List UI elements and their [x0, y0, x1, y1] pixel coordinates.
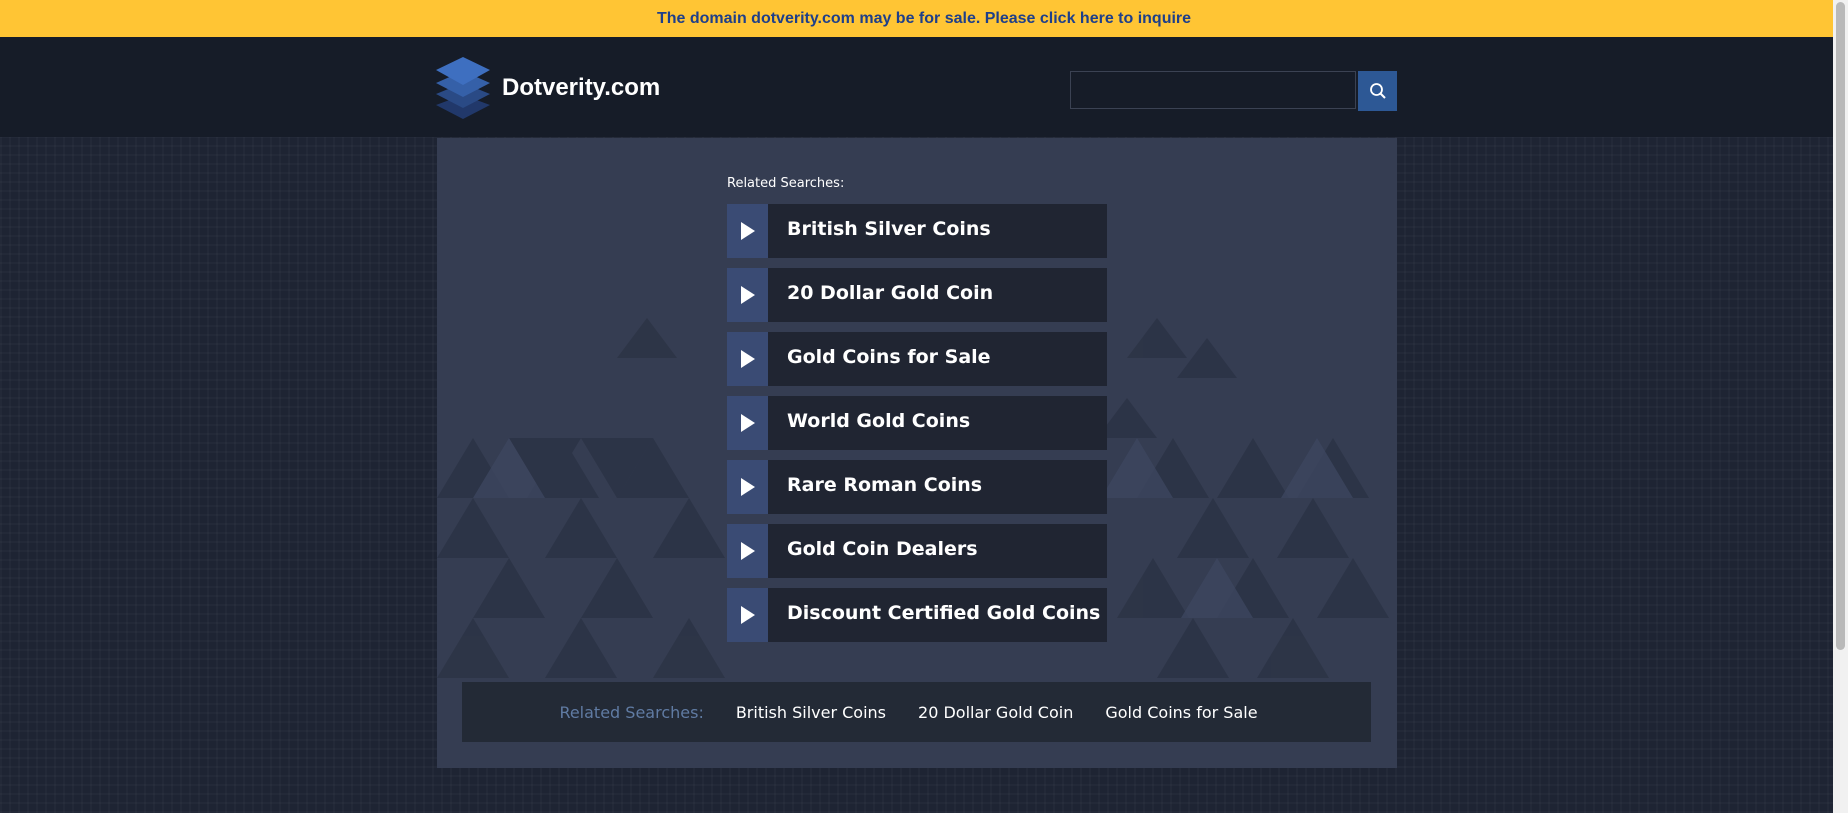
search-input[interactable] — [1070, 71, 1356, 109]
related-link[interactable]: Rare Roman Coins — [727, 460, 1107, 514]
related-link[interactable]: British Silver Coins — [727, 204, 1107, 258]
search-icon — [1369, 83, 1386, 99]
for-sale-banner[interactable]: The domain dotverity.com may be for sale… — [0, 0, 1848, 37]
footer-related-label: Related Searches: — [559, 702, 704, 722]
footer-link[interactable]: British Silver Coins — [736, 703, 886, 722]
related-link[interactable]: Discount Certified Gold Coins — [727, 588, 1107, 642]
related-link-label[interactable]: Gold Coin Dealers — [768, 524, 978, 578]
play-arrow-icon — [727, 332, 768, 386]
related-link[interactable]: World Gold Coins — [727, 396, 1107, 450]
related-link-label[interactable]: Gold Coins for Sale — [768, 332, 991, 386]
footer-related-bar: Related Searches: British Silver Coins 2… — [462, 682, 1371, 742]
banner-text[interactable]: The domain dotverity.com may be for sale… — [657, 10, 1191, 28]
related-link-label[interactable]: Rare Roman Coins — [768, 460, 982, 514]
footer-link[interactable]: 20 Dollar Gold Coin — [918, 703, 1073, 722]
related-link-label[interactable]: World Gold Coins — [768, 396, 970, 450]
stacked-layers-icon — [436, 57, 490, 119]
related-link[interactable]: Gold Coin Dealers — [727, 524, 1107, 578]
related-link-label[interactable]: Discount Certified Gold Coins — [768, 588, 1100, 642]
play-arrow-icon — [727, 460, 768, 514]
scrollbar-thumb[interactable] — [1836, 2, 1845, 650]
related-links-list: British Silver Coins 20 Dollar Gold Coin… — [727, 204, 1107, 652]
site-name: Dotverity.com — [502, 74, 661, 101]
footer-link[interactable]: Gold Coins for Sale — [1105, 703, 1257, 722]
play-arrow-icon — [727, 524, 768, 578]
main-panel: Related Searches: British Silver Coins 2… — [437, 138, 1397, 768]
related-link-label[interactable]: British Silver Coins — [768, 204, 991, 258]
related-searches-heading: Related Searches: — [727, 176, 845, 191]
related-link[interactable]: 20 Dollar Gold Coin — [727, 268, 1107, 322]
play-arrow-icon — [727, 268, 768, 322]
search-button[interactable] — [1358, 71, 1397, 111]
site-header: Dotverity.com — [0, 37, 1848, 137]
related-link[interactable]: Gold Coins for Sale — [727, 332, 1107, 386]
play-arrow-icon — [727, 396, 768, 450]
play-arrow-icon — [727, 588, 768, 642]
play-arrow-icon — [727, 204, 768, 258]
scrollbar[interactable] — [1833, 0, 1848, 813]
related-link-label[interactable]: 20 Dollar Gold Coin — [768, 268, 993, 322]
logo-link[interactable]: Dotverity.com — [436, 57, 660, 119]
